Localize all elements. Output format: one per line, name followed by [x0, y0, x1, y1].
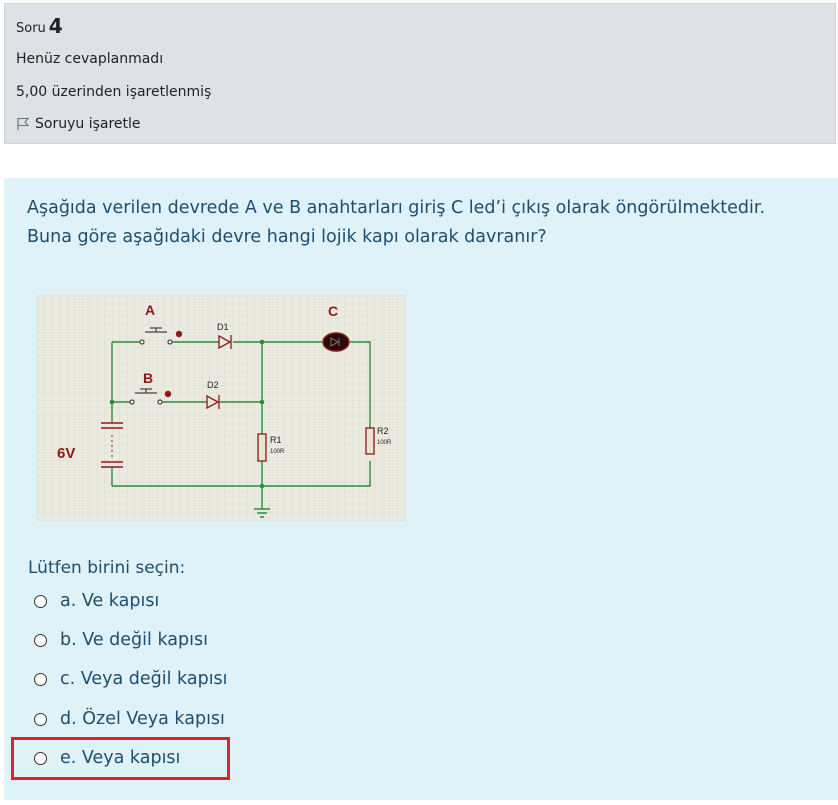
option-a-label: a. Ve kapısı: [60, 591, 160, 611]
resistor2-label: R2: [377, 426, 389, 436]
option-b-radio[interactable]: [34, 633, 47, 647]
option-a-radio[interactable]: [34, 594, 47, 608]
question-content: Aşağıda verilen devrede A ve B anahtarla…: [4, 178, 838, 800]
option-d[interactable]: d. Özel Veya kapısı: [34, 706, 225, 732]
resistor1-value: 100R: [270, 449, 285, 455]
option-b[interactable]: b. Ve değil kapısı: [34, 627, 208, 653]
option-a[interactable]: a. Ve kapısı: [34, 588, 159, 614]
answer-prompt: Lütfen birini seçin:: [28, 558, 186, 578]
resistor2-value: 100R: [377, 440, 392, 446]
option-d-label: d. Özel Veya kapısı: [60, 709, 225, 729]
option-d-radio[interactable]: [34, 712, 47, 726]
flag-label: Soruyu işaretle: [35, 116, 141, 132]
question-text-line2: Buna göre aşağıdaki devre hangi lojik ka…: [27, 227, 547, 247]
question-text: Aşağıda verilen devrede A ve B anahtarla…: [27, 194, 827, 252]
question-text-line1: Aşağıda verilen devrede A ve B anahtarla…: [27, 198, 766, 218]
resistor1-label: R1: [270, 435, 282, 445]
diode1-label: D1: [217, 322, 229, 332]
circuit-diagram: A B C D1 D2 R1 100R R2 100R 6V: [37, 295, 406, 521]
battery-label: 6V: [57, 445, 75, 462]
option-b-label: b. Ve değil kapısı: [60, 630, 208, 650]
switch-a-label: A: [145, 302, 155, 318]
question-number-value: 4: [48, 14, 63, 38]
question-grade: 5,00 üzerinden işaretlenmiş: [16, 84, 212, 100]
option-e-highlight-box: [11, 737, 230, 780]
question-number: Soru 4: [16, 14, 63, 38]
flag-icon: [17, 117, 30, 130]
diode2-label: D2: [207, 380, 219, 390]
led-c-label: C: [328, 303, 338, 319]
flag-question-link[interactable]: Soruyu işaretle: [16, 116, 141, 132]
switch-b-label: B: [143, 370, 153, 386]
option-c-label: c. Veya değil kapısı: [60, 669, 228, 689]
question-label: Soru: [16, 21, 46, 36]
option-c-radio[interactable]: [34, 672, 47, 686]
question-state: Henüz cevaplanmadı: [16, 51, 164, 67]
option-c[interactable]: c. Veya değil kapısı: [34, 666, 228, 692]
question-info-panel: Soru 4 Henüz cevaplanmadı 5,00 üzerinden …: [4, 3, 836, 144]
